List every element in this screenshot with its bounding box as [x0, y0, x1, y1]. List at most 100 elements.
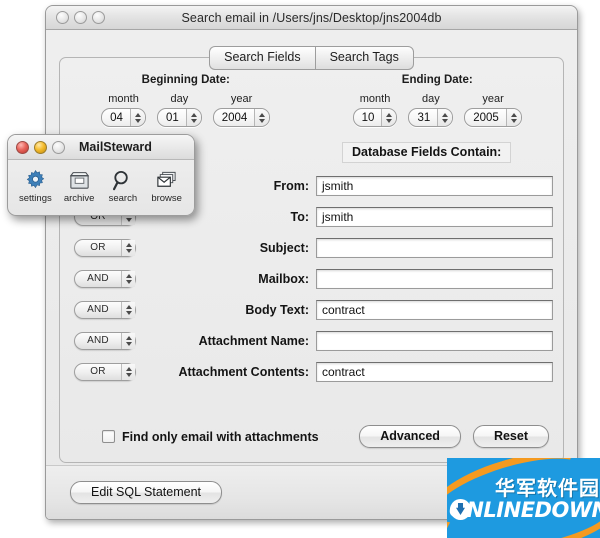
operator-popup-mailbox-arrows[interactable] — [121, 270, 135, 287]
chevron-down-icon — [125, 310, 132, 315]
gear-icon — [24, 165, 47, 192]
chevron-down-icon — [125, 217, 132, 222]
body-text-input[interactable]: contract — [316, 299, 553, 320]
operator-popup-body-text[interactable]: AND — [74, 300, 136, 319]
operator-popup-body-text-arrows[interactable] — [121, 301, 135, 318]
beginning-day-value[interactable]: 01 — [158, 109, 186, 126]
palette-zoom-button[interactable] — [52, 140, 65, 154]
toolbar-label-browse: browse — [151, 193, 182, 204]
stepper-up-icon[interactable] — [386, 112, 393, 117]
beginning-month-stepper-arrows[interactable] — [129, 109, 145, 126]
operator-popup-mailbox-value: AND — [87, 273, 109, 284]
main-window-titlebar[interactable]: Search email in /Users/jns/Desktop/jns20… — [46, 6, 577, 30]
attachment-contents-input[interactable]: contract — [316, 361, 553, 382]
attachment-name-input[interactable] — [316, 330, 553, 351]
watermark-chinese-text: 华军软件园 — [495, 476, 600, 500]
ending-day-label: day — [421, 93, 440, 105]
operator-popup-attachment-contents[interactable]: OR — [74, 362, 136, 381]
beginning-year-stepper-arrows[interactable] — [254, 109, 270, 126]
ending-year-stepper[interactable]: 2005 — [464, 108, 522, 127]
stepper-down-icon[interactable] — [510, 118, 517, 123]
chevron-up-icon — [125, 366, 132, 371]
operator-popup-body-text-value: AND — [87, 304, 109, 315]
palette-titlebar[interactable]: MailSteward — [8, 135, 194, 160]
stepper-down-icon[interactable] — [134, 118, 141, 123]
toolbar-item-browse[interactable]: browse — [145, 165, 188, 204]
ending-year-label: year — [482, 93, 504, 105]
attachments-only-checkbox[interactable] — [102, 430, 115, 443]
from-input[interactable]: jsmith — [316, 175, 553, 196]
stepper-up-icon[interactable] — [190, 112, 197, 117]
field-row-attachment-name: AND Attachment Name: — [60, 325, 563, 356]
advanced-button[interactable]: Advanced — [359, 425, 461, 448]
beginning-day-field: day 01 — [156, 93, 202, 127]
stepper-up-icon[interactable] — [134, 112, 141, 117]
beginning-year-stepper[interactable]: 2004 — [212, 108, 271, 127]
toolbar-item-archive[interactable]: archive — [58, 165, 101, 204]
chevron-up-icon — [125, 273, 132, 278]
beginning-day-stepper-arrows[interactable] — [185, 109, 201, 126]
operator-cell-attachment-name: AND — [60, 331, 152, 350]
beginning-month-value[interactable]: 04 — [102, 109, 130, 126]
tab-search-fields[interactable]: Search Fields — [209, 46, 315, 70]
ending-month-value[interactable]: 10 — [354, 109, 382, 126]
onlinedown-watermark: 华军软件园 ONLINEDOWN.NET — [447, 458, 600, 538]
beginning-year-label: year — [230, 93, 253, 105]
edit-sql-statement-button[interactable]: Edit SQL Statement — [70, 481, 223, 504]
main-window-traffic-lights — [56, 11, 105, 24]
ending-year-stepper-arrows[interactable] — [505, 109, 521, 126]
zoom-button[interactable] — [92, 11, 105, 24]
field-input-cell-attachment-name — [316, 330, 563, 351]
stepper-down-icon[interactable] — [190, 118, 197, 123]
ending-day-stepper-arrows[interactable] — [437, 109, 453, 126]
ending-year-value[interactable]: 2005 — [465, 109, 506, 126]
operator-popup-subject-arrows[interactable] — [121, 239, 135, 256]
ending-day-field: day 31 — [408, 93, 454, 127]
stepper-down-icon[interactable] — [259, 118, 266, 123]
attachments-only-checkbox-row[interactable]: Find only email with attachments — [102, 430, 319, 444]
reset-button[interactable]: Reset — [472, 425, 549, 448]
archive-icon — [68, 165, 91, 192]
toolbar-item-settings[interactable]: settings — [14, 165, 57, 204]
beginning-year-value[interactable]: 2004 — [214, 109, 255, 126]
palette-close-button[interactable] — [16, 140, 29, 154]
to-input[interactable]: jsmith — [316, 206, 553, 227]
operator-popup-attachment-name[interactable]: AND — [74, 331, 136, 350]
search-fields-panel: Beginning Date: month 04 day 01 year 200… — [59, 57, 564, 463]
operator-popup-mailbox[interactable]: AND — [74, 269, 136, 288]
mailbox-input[interactable] — [316, 268, 553, 289]
beginning-month-field: month 04 — [101, 93, 146, 127]
toolbar-item-search[interactable]: search — [102, 165, 145, 204]
operator-popup-attachment-name-arrows[interactable] — [121, 332, 135, 349]
beginning-day-stepper[interactable]: 01 — [156, 108, 202, 127]
palette-minimize-button[interactable] — [34, 140, 47, 154]
stepper-up-icon[interactable] — [442, 112, 449, 117]
ending-month-stepper-arrows[interactable] — [381, 109, 397, 126]
stepper-down-icon[interactable] — [442, 118, 449, 123]
stepper-down-icon[interactable] — [386, 118, 393, 123]
ending-month-stepper[interactable]: 10 — [352, 108, 398, 127]
beginning-month-stepper[interactable]: 04 — [101, 108, 146, 127]
attachments-only-label: Find only email with attachments — [122, 429, 319, 444]
field-row-mailbox: AND Mailbox: — [60, 263, 563, 294]
chevron-down-icon — [125, 372, 132, 377]
ending-day-value[interactable]: 31 — [409, 109, 437, 126]
minimize-button[interactable] — [74, 11, 87, 24]
stepper-up-icon[interactable] — [259, 112, 266, 117]
ending-day-stepper[interactable]: 31 — [408, 108, 454, 127]
chevron-up-icon — [125, 304, 132, 309]
ending-month-field: month 10 — [352, 93, 398, 127]
subject-input[interactable] — [316, 237, 553, 258]
stepper-up-icon[interactable] — [510, 112, 517, 117]
field-input-cell-subject — [316, 237, 563, 258]
operator-cell-mailbox: AND — [60, 269, 152, 288]
tab-search-tags[interactable]: Search Tags — [314, 46, 414, 70]
close-button[interactable] — [56, 11, 69, 24]
field-input-cell-attachment-contents: contract — [316, 361, 563, 382]
operator-popup-attachment-contents-arrows[interactable] — [121, 363, 135, 380]
beginning-year-field: year 2004 — [212, 93, 271, 127]
operator-cell-body-text: AND — [60, 300, 152, 319]
tab-bar: Search Fields Search Tags — [46, 46, 577, 70]
operator-popup-subject[interactable]: OR — [74, 238, 136, 257]
window-title: Search email in /Users/jns/Desktop/jns20… — [181, 10, 442, 25]
